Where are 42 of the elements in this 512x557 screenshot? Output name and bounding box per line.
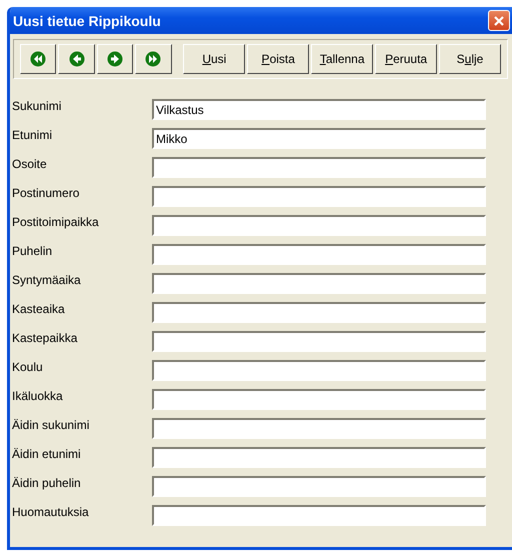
field-label: Postitoimipaikka xyxy=(12,215,100,229)
field-label: Äidin puhelin xyxy=(12,476,82,490)
toolbar-button[interactable]: Tallenna xyxy=(311,44,374,74)
input-field[interactable] xyxy=(152,157,486,178)
field-label: Äidin sukunimi xyxy=(12,418,90,432)
field-label: Äidin etunimi xyxy=(12,447,82,461)
nav-button[interactable] xyxy=(20,44,56,74)
toolbar-button[interactable]: Uusi xyxy=(183,44,246,74)
field-label: Osoite xyxy=(12,157,48,171)
field-label: Kasteaika xyxy=(12,302,66,316)
input-field[interactable]: Mikko xyxy=(152,128,486,149)
toolbar-button[interactable]: Sulje xyxy=(439,44,501,74)
input-field[interactable] xyxy=(152,389,486,410)
field-label: Huomautuksia xyxy=(12,505,90,519)
close-icon xyxy=(493,14,505,26)
field-label: Syntymäaika xyxy=(12,273,82,287)
field-label: Sukunimi xyxy=(12,99,62,113)
field-label: Puhelin xyxy=(12,244,54,258)
nav-button[interactable] xyxy=(58,44,95,74)
field-label: Ikäluokka xyxy=(12,389,64,403)
field-label: Etunimi xyxy=(12,128,54,142)
input-field[interactable] xyxy=(152,505,486,526)
input-field[interactable] xyxy=(152,476,486,497)
input-field[interactable] xyxy=(152,302,486,323)
input-field[interactable] xyxy=(152,215,486,236)
nav-button[interactable] xyxy=(96,44,134,74)
field-label: Koulu xyxy=(12,360,44,374)
input-field[interactable] xyxy=(152,418,486,439)
input-field[interactable] xyxy=(152,331,486,352)
input-field[interactable]: Vilkastus xyxy=(152,99,486,120)
input-field[interactable] xyxy=(152,447,486,468)
window-title: Uusi tietue Rippikoulu xyxy=(13,12,161,28)
toolbar-button[interactable]: Peruuta xyxy=(375,44,438,74)
input-field[interactable] xyxy=(152,186,486,207)
nav-button[interactable] xyxy=(135,44,172,74)
input-field[interactable] xyxy=(152,360,486,381)
field-label: Postinumero xyxy=(12,186,80,200)
input-field[interactable] xyxy=(152,273,486,294)
field-label: Kastepaikka xyxy=(12,331,78,345)
close-button[interactable] xyxy=(488,10,510,31)
toolbar-button[interactable]: Poista xyxy=(247,44,310,74)
input-field[interactable] xyxy=(152,244,486,265)
